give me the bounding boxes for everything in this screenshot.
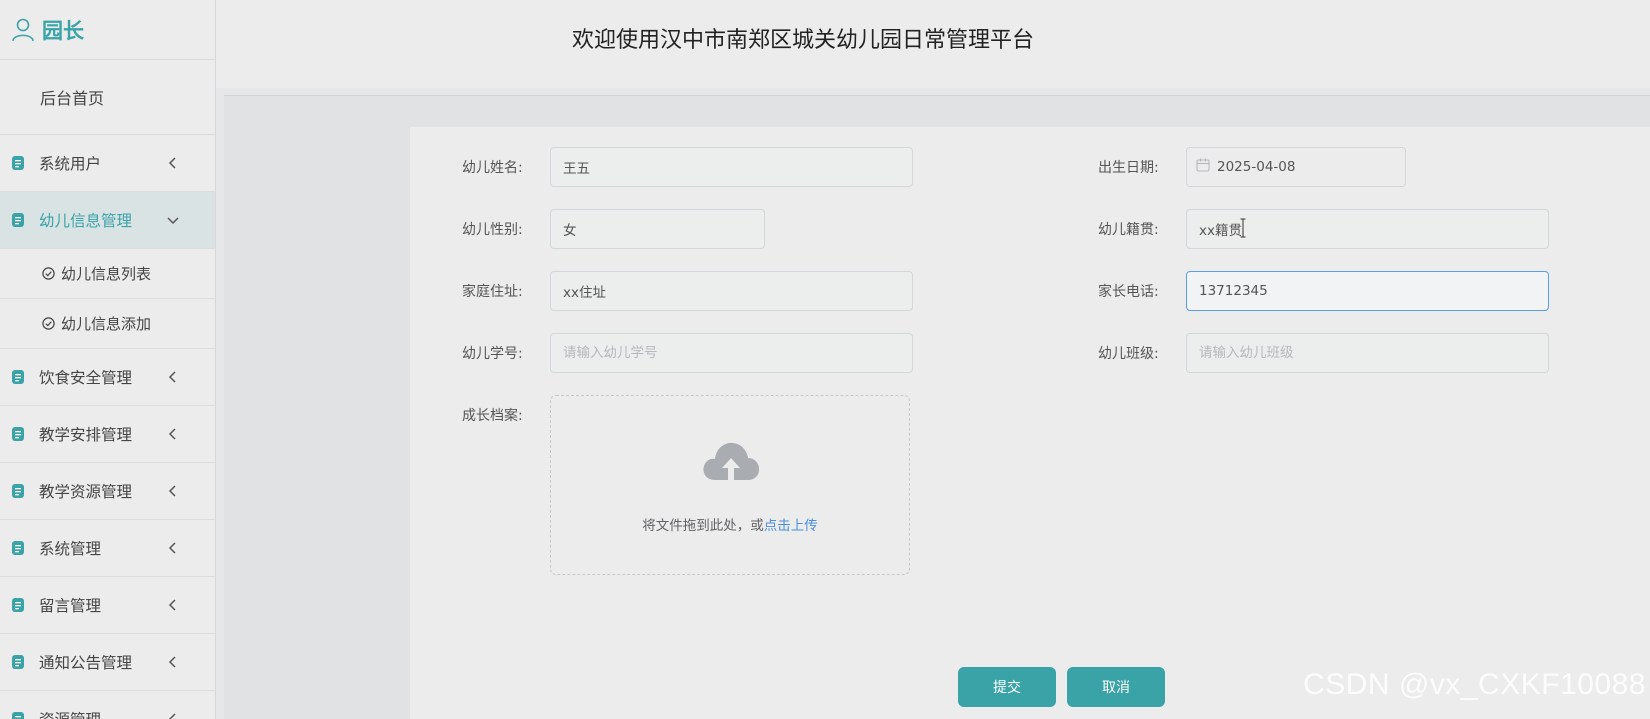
address-label: 家庭住址: [462, 284, 523, 300]
cancel-button[interactable]: 取消 [1067, 667, 1165, 707]
chevron-left-icon [168, 485, 176, 497]
chevron-down-icon [167, 217, 179, 225]
text-cursor-icon [1240, 218, 1246, 238]
sidebar-item-label: 留言管理 [39, 597, 102, 615]
document-icon [12, 427, 24, 441]
chevron-left-icon [168, 656, 176, 668]
sidebar-item-label: 资源管理 [39, 708, 179, 719]
sidebar-item-teaching-schedule[interactable]: 教学安排管理 [0, 406, 215, 463]
check-circle-icon [42, 317, 55, 330]
document-icon [12, 712, 24, 719]
sidebar-item-messages[interactable]: 留言管理 [0, 577, 215, 634]
name-label: 幼儿姓名: [462, 160, 523, 176]
sidebar-subitem-label: 幼儿信息添加 [61, 315, 152, 333]
sidebar-item-label: 饮食安全管理 [39, 369, 133, 387]
user-role: 园长 [42, 18, 84, 43]
native-place-label: 幼儿籍贯: [1098, 222, 1159, 238]
document-icon [12, 541, 24, 555]
sidebar-subitem-child-list[interactable]: 幼儿信息列表 [0, 249, 215, 299]
sidebar-item-label: 教学资源管理 [39, 483, 133, 501]
chevron-left-icon [168, 157, 176, 169]
document-icon [12, 484, 24, 498]
sidebar-item-system-users[interactable]: 系统用户 [0, 135, 215, 192]
sidebar-item-food-safety[interactable]: 饮食安全管理 [0, 349, 215, 406]
document-icon [12, 156, 24, 170]
growth-archive-label: 成长档案: [462, 408, 523, 424]
child-info-form: 幼儿姓名: 出生日期: 幼儿性别: 幼儿籍贯: 家庭住址: 家长电话: 幼儿学号… [410, 127, 1650, 719]
content-area: 幼儿姓名: 出生日期: 幼儿性别: 幼儿籍贯: 家庭住址: 家长电话: 幼儿学号… [224, 95, 1650, 719]
sidebar-item-child-info[interactable]: 幼儿信息管理 [0, 192, 215, 249]
user-icon [12, 18, 34, 41]
watermark: CSDN @vx_CXKF10088 [1303, 668, 1646, 701]
chevron-left-icon [168, 371, 176, 383]
upload-hint-text: 将文件拖到此处，或 [642, 518, 764, 534]
parent-phone-label: 家长电话: [1098, 284, 1159, 300]
chevron-left-icon [168, 542, 176, 554]
birth-date-label: 出生日期: [1098, 160, 1159, 176]
sidebar-item-label: 教学安排管理 [39, 426, 133, 444]
sidebar: 园长 后台首页 系统用户 幼儿信息管理 幼儿信息列表 幼儿信息添加 饮食安全管理… [0, 0, 216, 719]
sidebar-item-label: 幼儿信息管理 [39, 212, 133, 230]
upload-dropzone[interactable]: 将文件拖到此处，或点击上传 [550, 395, 910, 575]
document-icon [12, 213, 24, 227]
check-circle-icon [42, 267, 55, 280]
upload-cloud-icon [703, 442, 760, 480]
sidebar-item-resources[interactable]: 资源管理 [0, 691, 215, 719]
chevron-left-icon [168, 599, 176, 611]
sidebar-item-teaching-resources[interactable]: 教学资源管理 [0, 463, 215, 520]
chevron-left-icon [168, 428, 176, 440]
chevron-left-icon [168, 713, 176, 719]
sidebar-item-label: 系统管理 [39, 540, 102, 558]
sidebar-subitem-child-add[interactable]: 幼儿信息添加 [0, 299, 215, 349]
document-icon [12, 370, 24, 384]
address-input[interactable] [550, 271, 913, 311]
class-label: 幼儿班级: [1098, 346, 1159, 362]
document-icon [12, 598, 24, 612]
page-title: 欢迎使用汉中市南郑区城关幼儿园日常管理平台 [572, 28, 1035, 53]
sidebar-item-label: 通知公告管理 [39, 654, 133, 672]
document-icon [12, 655, 24, 669]
name-input[interactable] [550, 147, 913, 187]
gender-input[interactable] [550, 209, 765, 249]
sidebar-item-label: 系统用户 [39, 155, 102, 173]
sidebar-header: 园长 [0, 0, 215, 60]
sidebar-item-home[interactable]: 后台首页 [0, 60, 215, 135]
class-input[interactable] [1186, 333, 1549, 373]
parent-phone-input[interactable] [1186, 271, 1549, 311]
gender-label: 幼儿性别: [462, 222, 523, 238]
sidebar-subitem-label: 幼儿信息列表 [61, 265, 152, 283]
sidebar-item-system-management[interactable]: 系统管理 [0, 520, 215, 577]
submit-button[interactable]: 提交 [958, 667, 1056, 707]
birth-date-picker[interactable] [1186, 147, 1406, 187]
student-no-label: 幼儿学号: [462, 346, 523, 362]
student-no-input[interactable] [550, 333, 913, 373]
upload-link[interactable]: 点击上传 [764, 518, 818, 534]
sidebar-item-notices[interactable]: 通知公告管理 [0, 634, 215, 691]
top-header: 欢迎使用汉中市南郑区城关幼儿园日常管理平台 [216, 0, 1650, 88]
upload-hint: 将文件拖到此处，或点击上传 [551, 514, 909, 534]
